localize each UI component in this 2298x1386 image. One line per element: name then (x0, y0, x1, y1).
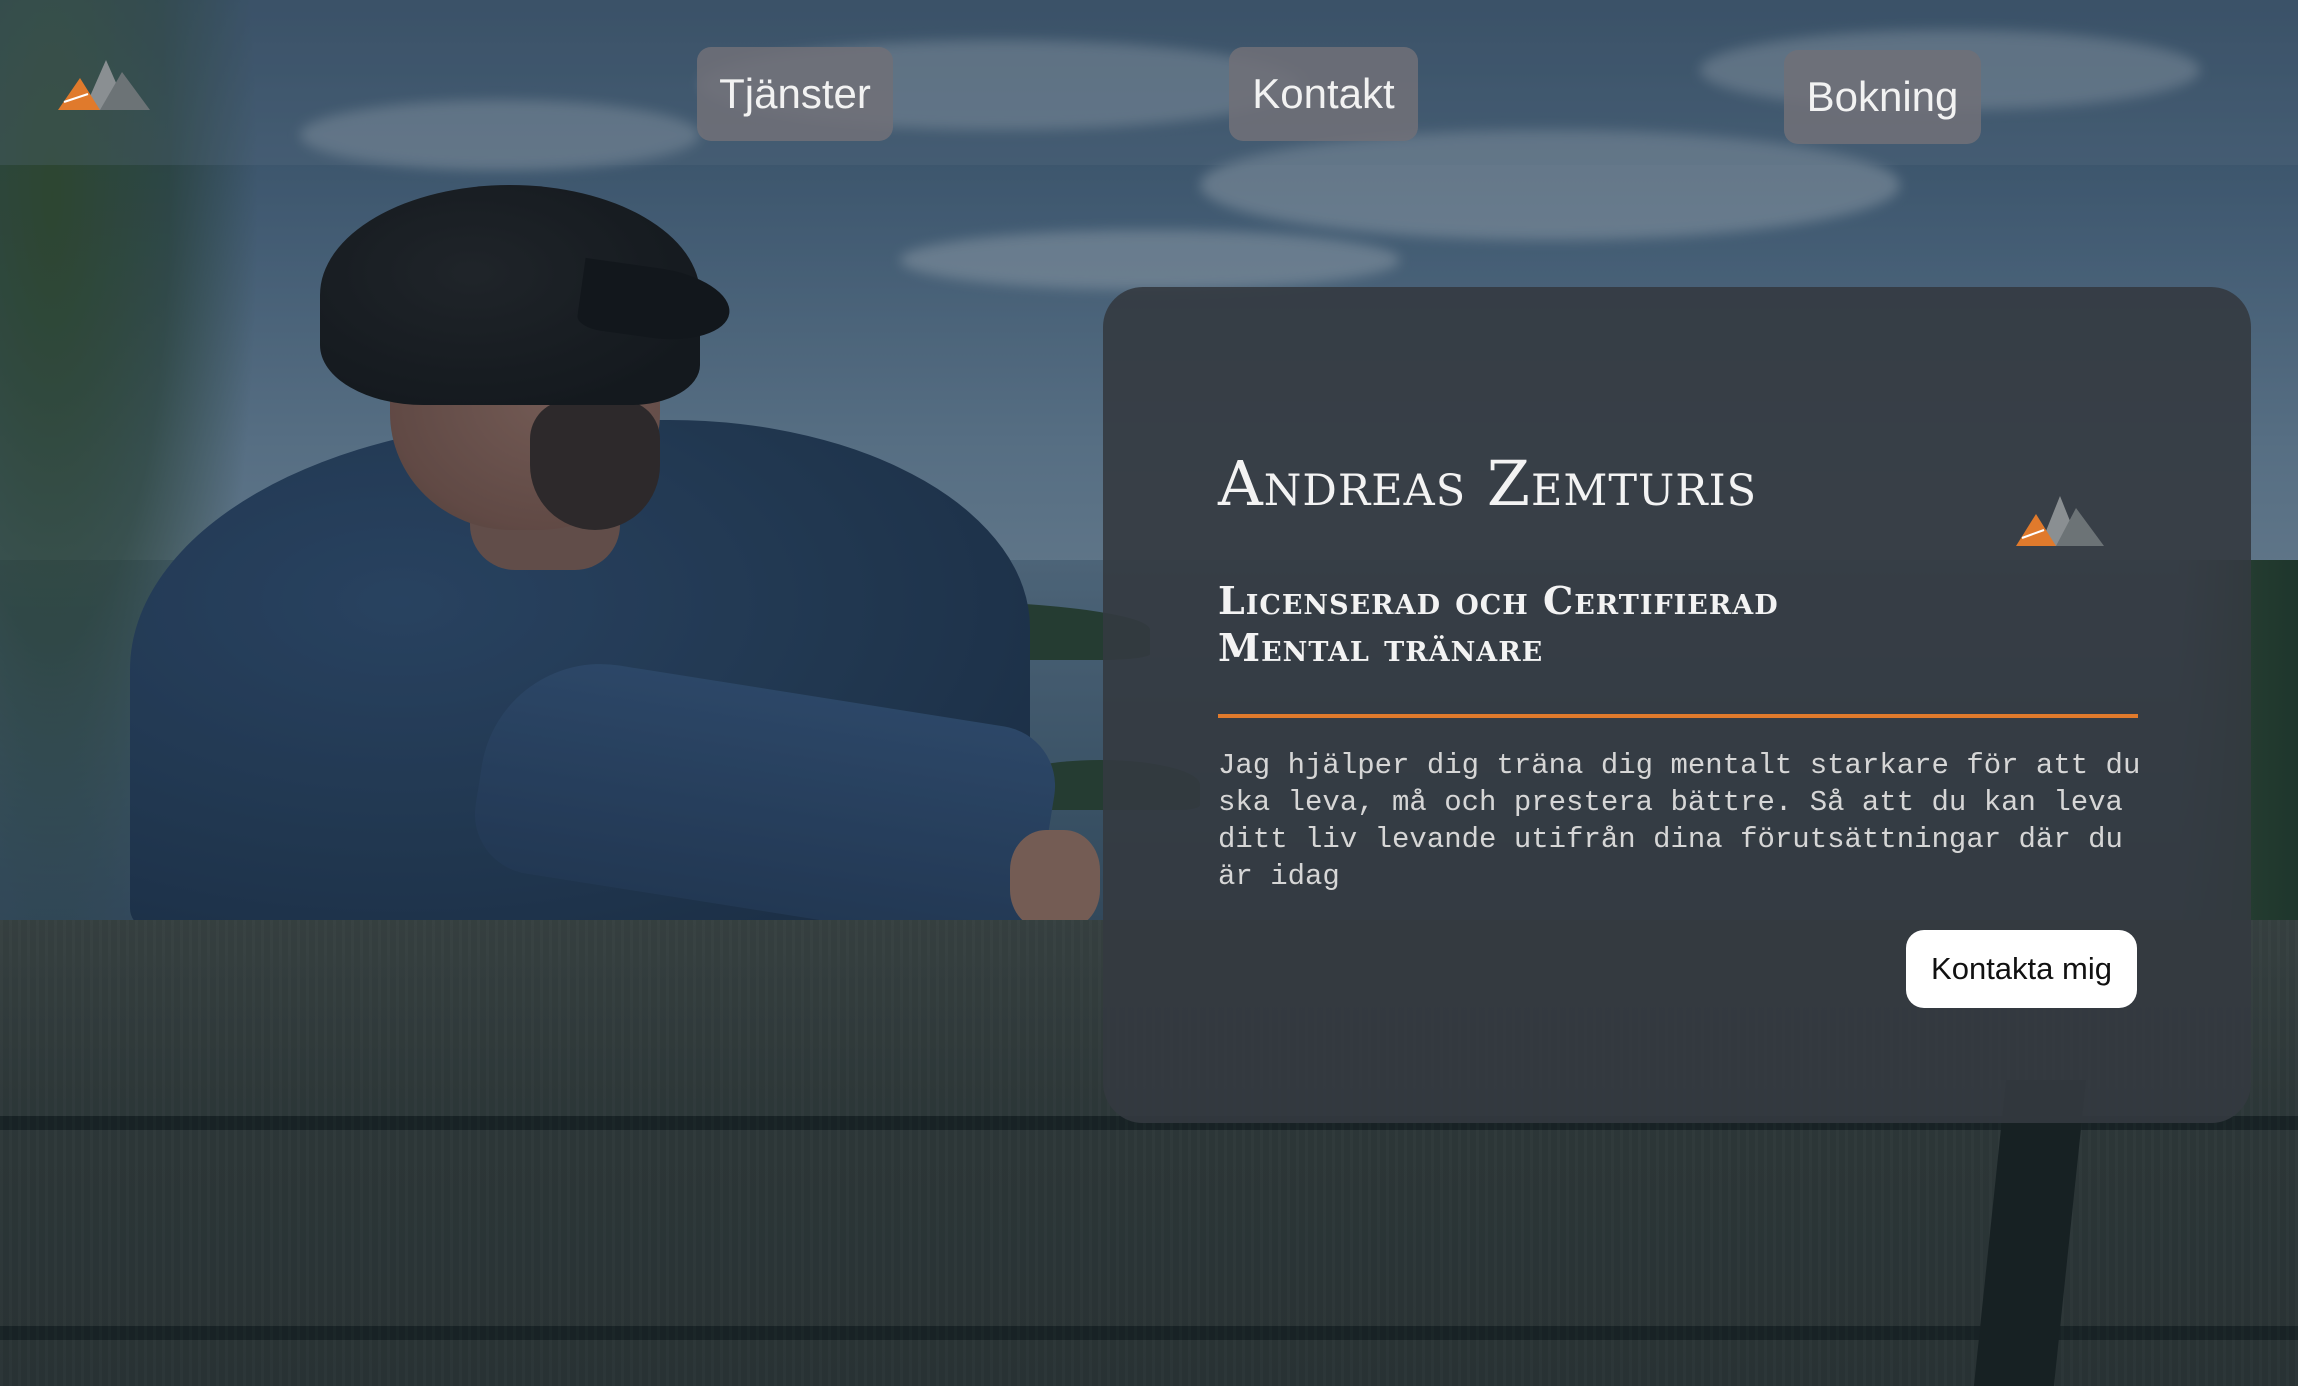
mountain-logo-icon[interactable] (58, 50, 150, 112)
intro-card: Andreas Zemturis Licenserad och Certifie… (1103, 287, 2251, 1123)
subtitle-line-2: Mental tränare (1218, 625, 1544, 670)
page-title: Andreas Zemturis (1218, 447, 1758, 520)
subtitle-line-1: Licenserad och Certifierad (1218, 578, 1779, 623)
nav-bokning-button[interactable]: Bokning (1784, 50, 1981, 144)
subtitle: Licenserad och Certifierad Mental tränar… (1218, 577, 1938, 671)
contact-me-button[interactable]: Kontakta mig (1906, 930, 2137, 1008)
accent-divider (1218, 714, 2138, 718)
nav-tjanster-button[interactable]: Tjänster (697, 47, 893, 141)
description-text: Jag hjälper dig träna dig mentalt starka… (1218, 749, 2141, 893)
nav-kontakt-button[interactable]: Kontakt (1229, 47, 1418, 141)
mountain-logo-icon (2016, 490, 2104, 548)
